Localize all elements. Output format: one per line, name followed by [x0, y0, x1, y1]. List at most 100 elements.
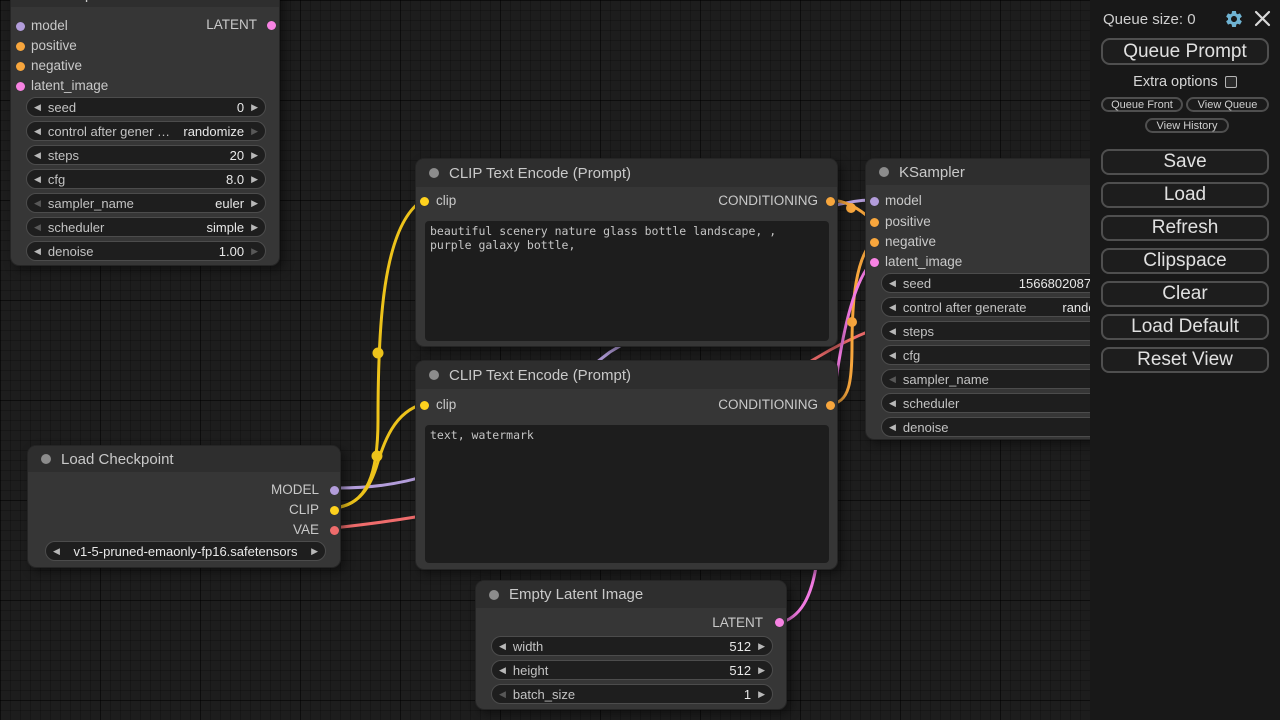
- increment-arrow-icon[interactable]: ▶: [244, 174, 265, 185]
- output-port-latent[interactable]: [775, 618, 784, 627]
- settings-gear-icon[interactable]: [1224, 9, 1244, 29]
- node-load-checkpoint[interactable]: Load Checkpoint MODEL CLIP VAE ◀ v1-5-pr…: [27, 445, 341, 568]
- input-port-model[interactable]: [16, 22, 25, 31]
- widget-label: control after generate: [903, 300, 1027, 315]
- refresh-button[interactable]: Refresh: [1101, 215, 1269, 241]
- input-port-clip[interactable]: [420, 401, 429, 410]
- decrement-arrow-icon[interactable]: ◀: [882, 422, 903, 433]
- close-icon[interactable]: [1254, 10, 1271, 27]
- clear-button[interactable]: Clear: [1101, 281, 1269, 307]
- decrement-arrow-icon[interactable]: ◀: [27, 174, 48, 185]
- collapse-dot-icon[interactable]: [429, 168, 439, 178]
- collapse-dot-icon[interactable]: [429, 370, 439, 380]
- input-port-latent-image[interactable]: [870, 258, 879, 267]
- save-label: Save: [1163, 151, 1206, 173]
- increment-arrow-icon[interactable]: ▶: [244, 126, 265, 137]
- prompt-textarea[interactable]: text, watermark: [425, 425, 829, 563]
- node-empty-latent-image[interactable]: Empty Latent Image LATENT ◀ width 512 ▶ …: [475, 580, 787, 710]
- widget-scheduler[interactable]: ◀ scheduler simple ▶: [26, 217, 266, 237]
- output-port-vae[interactable]: [330, 526, 339, 535]
- widget-width[interactable]: ◀ width 512 ▶: [491, 636, 773, 656]
- output-port-conditioning[interactable]: [826, 401, 835, 410]
- output-port-latent[interactable]: [267, 21, 276, 30]
- decrement-arrow-icon[interactable]: ◀: [27, 222, 48, 233]
- increment-arrow-icon[interactable]: ▶: [244, 102, 265, 113]
- input-port-latent-image[interactable]: [16, 82, 25, 91]
- output-port-clip[interactable]: [330, 506, 339, 515]
- node-title-bar[interactable]: Load Checkpoint: [28, 446, 340, 472]
- decrement-arrow-icon[interactable]: ◀: [882, 350, 903, 361]
- widget-denoise[interactable]: ◀ denoise 1.00 ▶: [26, 241, 266, 261]
- widget-batch-size[interactable]: ◀ batch_size 1 ▶: [491, 684, 773, 704]
- node-title: KSampler: [44, 0, 110, 3]
- decrement-arrow-icon[interactable]: ◀: [882, 374, 903, 385]
- queue-front-button[interactable]: Queue Front: [1101, 97, 1183, 112]
- input-port-positive[interactable]: [16, 42, 25, 51]
- collapse-dot-icon[interactable]: [41, 454, 51, 464]
- widget-value: euler: [215, 196, 244, 211]
- decrement-arrow-icon[interactable]: ◀: [882, 302, 903, 313]
- widget-height[interactable]: ◀ height 512 ▶: [491, 660, 773, 680]
- reset-view-button[interactable]: Reset View: [1101, 347, 1269, 373]
- decrement-arrow-icon[interactable]: ◀: [46, 546, 67, 557]
- increment-arrow-icon[interactable]: ▶: [304, 546, 325, 557]
- increment-arrow-icon[interactable]: ▶: [751, 689, 772, 700]
- output-label-conditioning: CONDITIONING: [718, 192, 818, 210]
- decrement-arrow-icon[interactable]: ◀: [27, 198, 48, 209]
- load-default-button[interactable]: Load Default: [1101, 314, 1269, 340]
- input-port-negative[interactable]: [16, 62, 25, 71]
- node-title-bar[interactable]: CLIP Text Encode (Prompt): [416, 361, 837, 389]
- decrement-arrow-icon[interactable]: ◀: [27, 102, 48, 113]
- prompt-textarea[interactable]: beautiful scenery nature glass bottle la…: [425, 221, 829, 341]
- node-clip-text-encode-negative[interactable]: CLIP Text Encode (Prompt) clip CONDITION…: [415, 360, 838, 570]
- output-port-model[interactable]: [330, 486, 339, 495]
- clipspace-button[interactable]: Clipspace: [1101, 248, 1269, 274]
- decrement-arrow-icon[interactable]: ◀: [492, 689, 513, 700]
- widget-label: sampler_name: [903, 372, 989, 387]
- increment-arrow-icon[interactable]: ▶: [244, 198, 265, 209]
- reset-view-label: Reset View: [1137, 349, 1233, 371]
- increment-arrow-icon[interactable]: ▶: [244, 222, 265, 233]
- collapse-dot-icon[interactable]: [489, 590, 499, 600]
- widget-cfg[interactable]: ◀ cfg 8.0 ▶: [26, 169, 266, 189]
- increment-arrow-icon[interactable]: ▶: [244, 246, 265, 257]
- input-port-negative[interactable]: [870, 238, 879, 247]
- widget-sampler-name[interactable]: ◀ sampler_name euler ▶: [26, 193, 266, 213]
- decrement-arrow-icon[interactable]: ◀: [492, 641, 513, 652]
- decrement-arrow-icon[interactable]: ◀: [27, 126, 48, 137]
- decrement-arrow-icon[interactable]: ◀: [492, 665, 513, 676]
- input-port-clip[interactable]: [420, 197, 429, 206]
- decrement-arrow-icon[interactable]: ◀: [882, 326, 903, 337]
- increment-arrow-icon[interactable]: ▶: [244, 150, 265, 161]
- decrement-arrow-icon[interactable]: ◀: [27, 246, 48, 257]
- widget-seed[interactable]: ◀ seed 0 ▶: [26, 97, 266, 117]
- load-button[interactable]: Load: [1101, 182, 1269, 208]
- increment-arrow-icon[interactable]: ▶: [751, 641, 772, 652]
- queue-prompt-button[interactable]: Queue Prompt: [1101, 38, 1269, 65]
- output-port-conditioning[interactable]: [826, 197, 835, 206]
- queue-prompt-label: Queue Prompt: [1123, 41, 1247, 63]
- widget-value: 1.00: [219, 244, 244, 259]
- decrement-arrow-icon[interactable]: ◀: [882, 278, 903, 289]
- view-queue-button[interactable]: View Queue: [1186, 97, 1269, 112]
- input-port-positive[interactable]: [870, 218, 879, 227]
- node-title-bar[interactable]: Empty Latent Image: [476, 581, 786, 608]
- widget-control-after-generate[interactable]: ◀ control after gener … randomize ▶: [26, 121, 266, 141]
- widget-label: sampler_name: [48, 196, 134, 211]
- input-label-latent-image: latent_image: [885, 253, 962, 271]
- increment-arrow-icon[interactable]: ▶: [751, 665, 772, 676]
- node-title-bar[interactable]: CLIP Text Encode (Prompt): [416, 159, 837, 187]
- save-button[interactable]: Save: [1101, 149, 1269, 175]
- widget-ckpt-name[interactable]: ◀ v1-5-pruned-emaonly-fp16.safetensors ▶: [45, 541, 326, 561]
- clipspace-label: Clipspace: [1143, 250, 1226, 272]
- extra-options-checkbox[interactable]: [1225, 76, 1237, 88]
- widget-steps[interactable]: ◀ steps 20 ▶: [26, 145, 266, 165]
- collapse-dot-icon[interactable]: [879, 167, 889, 177]
- view-history-button[interactable]: View History: [1145, 118, 1229, 133]
- node-ksampler-left[interactable]: KSampler model positive negative latent_…: [10, 0, 280, 266]
- node-title-bar[interactable]: KSampler: [11, 0, 279, 7]
- input-port-model[interactable]: [870, 197, 879, 206]
- decrement-arrow-icon[interactable]: ◀: [882, 398, 903, 409]
- node-clip-text-encode-positive[interactable]: CLIP Text Encode (Prompt) clip CONDITION…: [415, 158, 838, 347]
- decrement-arrow-icon[interactable]: ◀: [27, 150, 48, 161]
